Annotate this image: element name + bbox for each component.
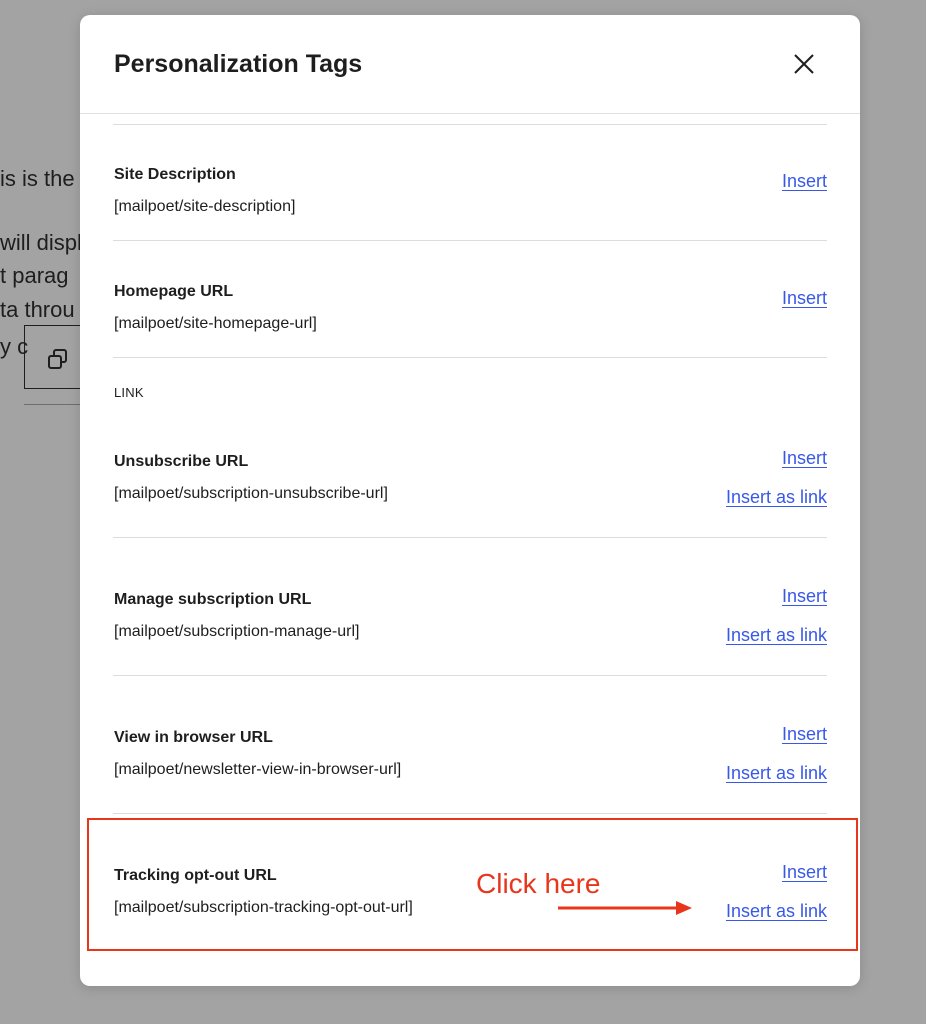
insert-button[interactable]: Insert [782, 724, 827, 745]
divider [113, 240, 827, 241]
tag-token: [mailpoet/subscription-unsubscribe-url] [114, 485, 388, 502]
bg-text-line-2: will displ [0, 230, 82, 255]
insert-button[interactable]: Insert [782, 171, 827, 192]
tag-name: Tracking opt-out URL [114, 867, 277, 884]
insert-as-link-button[interactable]: Insert as link [726, 625, 827, 646]
tag-token: [mailpoet/subscription-manage-url] [114, 623, 360, 640]
bg-divider [24, 404, 84, 405]
annotation-label: Click here [476, 868, 601, 899]
divider [113, 813, 827, 814]
tag-token: [mailpoet/newsletter-view-in-browser-url… [114, 761, 402, 778]
duplicate-icon[interactable] [47, 348, 69, 375]
insert-button[interactable]: Insert [782, 586, 827, 607]
tag-name: View in browser URL [114, 729, 273, 746]
bg-text-line-3: t parag [0, 263, 69, 288]
divider [113, 124, 827, 125]
tag-token: [mailpoet/site-homepage-url] [114, 315, 317, 332]
tag-name: Homepage URL [114, 283, 234, 300]
modal-body[interactable]: Site Description [mailpoet/site-descript… [80, 114, 860, 986]
insert-button[interactable]: Insert [782, 448, 827, 469]
personalization-tags-modal: Personalization Tags Site Description [m… [80, 15, 860, 986]
close-icon[interactable] [785, 45, 823, 83]
modal-header: Personalization Tags [80, 15, 860, 114]
tag-name: Site Description [114, 166, 236, 183]
modal-title: Personalization Tags [114, 50, 363, 78]
insert-as-link-button[interactable]: Insert as link [726, 487, 827, 508]
tag-token: [mailpoet/site-description] [114, 198, 296, 215]
insert-as-link-button[interactable]: Insert as link [726, 763, 827, 784]
insert-button[interactable]: Insert [782, 288, 827, 309]
insert-button[interactable]: Insert [782, 862, 827, 883]
bg-text-line-1: is is the [0, 166, 75, 191]
close-button[interactable] [785, 45, 823, 83]
annotation-arrow-icon [558, 901, 692, 915]
bg-text-line-4: ta throu [0, 297, 75, 322]
divider [113, 537, 827, 538]
tag-name: Manage subscription URL [114, 591, 312, 608]
tag-token: [mailpoet/subscription-tracking-opt-out-… [114, 899, 413, 916]
divider [113, 357, 827, 358]
tag-name: Unsubscribe URL [114, 453, 249, 470]
insert-as-link-button[interactable]: Insert as link [726, 901, 827, 922]
group-label-link: LINK [114, 385, 144, 400]
divider [113, 675, 827, 676]
